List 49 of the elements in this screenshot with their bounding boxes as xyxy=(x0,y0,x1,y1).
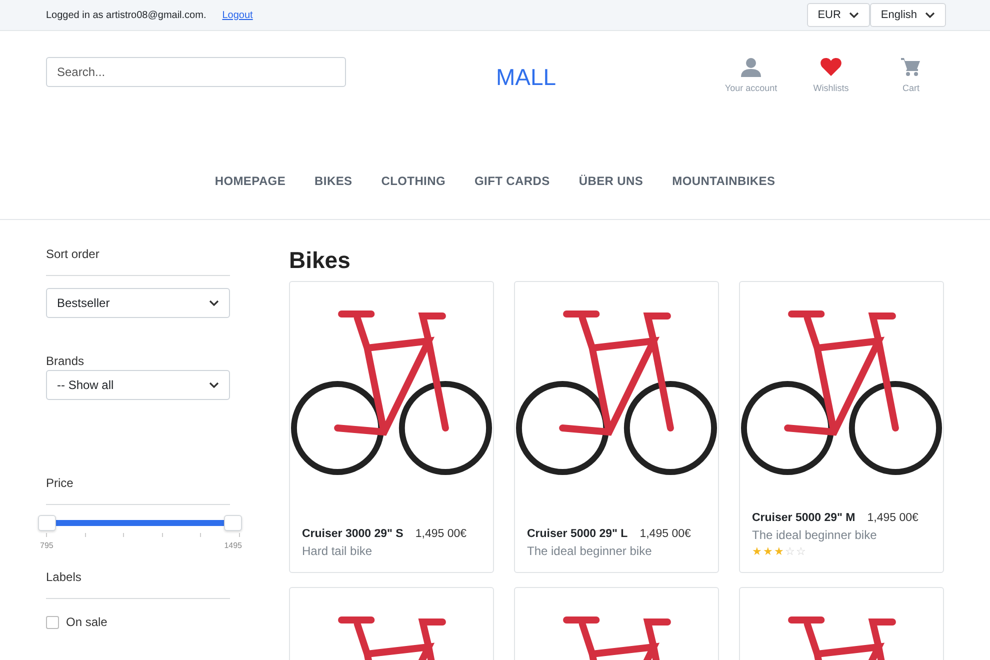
product-card[interactable]: Cruiser 5000 29" M 1,495 00€ The ideal beginner bike ★★★☆☆ xyxy=(739,281,944,573)
product-name: Cruiser 3000 29" S xyxy=(302,528,404,540)
product-subtitle: The ideal beginner bike xyxy=(527,544,653,558)
slider-handle[interactable] xyxy=(224,515,242,531)
nav-link[interactable]: BIKES xyxy=(314,174,352,188)
heart-icon xyxy=(820,57,842,77)
price-heading: Price xyxy=(46,476,230,505)
product-price: 1,495 00€ xyxy=(640,528,691,540)
chevron-down-icon xyxy=(209,382,219,388)
chevron-down-icon xyxy=(209,300,219,306)
login-status-text: Logged in as artistro08@gmail.com. xyxy=(46,10,206,20)
checkbox-label: On sale xyxy=(66,615,108,629)
slider-min-label: 795 xyxy=(40,541,54,550)
star-icon: ★ xyxy=(763,545,773,558)
slider-max-label: 1495 xyxy=(224,541,242,550)
product-name: Cruiser 5000 29" M xyxy=(752,512,856,524)
star-icon: ☆ xyxy=(796,545,806,558)
nav-link[interactable]: MOUNTAINBIKES xyxy=(672,174,776,188)
chevron-down-icon xyxy=(848,12,859,18)
logout-link[interactable]: Logout xyxy=(222,10,253,20)
cart-icon xyxy=(901,57,921,77)
product-name: Cruiser 5000 29" L xyxy=(527,528,628,540)
page-title: Bikes xyxy=(289,247,352,274)
chevron-down-icon xyxy=(925,12,935,18)
labels-heading: Labels xyxy=(46,570,230,599)
sort-order-dropdown[interactable]: Bestseller xyxy=(46,288,230,318)
nav-link[interactable]: GIFT CARDS xyxy=(474,174,550,188)
star-icon: ★ xyxy=(752,545,762,558)
nav-link[interactable]: ÜBER UNS xyxy=(578,174,644,188)
product-price: 1,495 00€ xyxy=(867,512,918,524)
brands-heading: Brands xyxy=(46,354,86,368)
slider-handle[interactable] xyxy=(38,515,56,531)
star-icon: ★ xyxy=(774,545,784,558)
nav-link[interactable]: HOMEPAGE xyxy=(214,174,286,188)
product-card[interactable]: Cruiser 3000 29" S 1,495 00€ Hard tail bike xyxy=(289,281,494,573)
sort-order-heading: Sort order xyxy=(46,247,230,276)
star-icon: ☆ xyxy=(785,545,795,558)
currency-dropdown[interactable]: EUR xyxy=(806,3,870,27)
search-field[interactable]: Search... xyxy=(46,57,346,87)
nav-link[interactable]: CLOTHING xyxy=(381,174,446,188)
brands-dropdown[interactable]: -- Show all xyxy=(46,370,230,400)
product-price: 1,495 00€ xyxy=(415,528,467,540)
product-card[interactable]: Cruiser 5000 29" L 1,495 00€ The ideal beginner bike xyxy=(514,281,719,573)
logo-text[interactable]: MALL xyxy=(496,64,556,91)
product-subtitle: The ideal beginner bike xyxy=(752,528,878,542)
product-subtitle: Hard tail bike xyxy=(302,544,374,558)
checkbox[interactable] xyxy=(46,616,59,628)
language-dropdown[interactable]: English xyxy=(870,3,946,27)
user-icon xyxy=(741,57,761,77)
